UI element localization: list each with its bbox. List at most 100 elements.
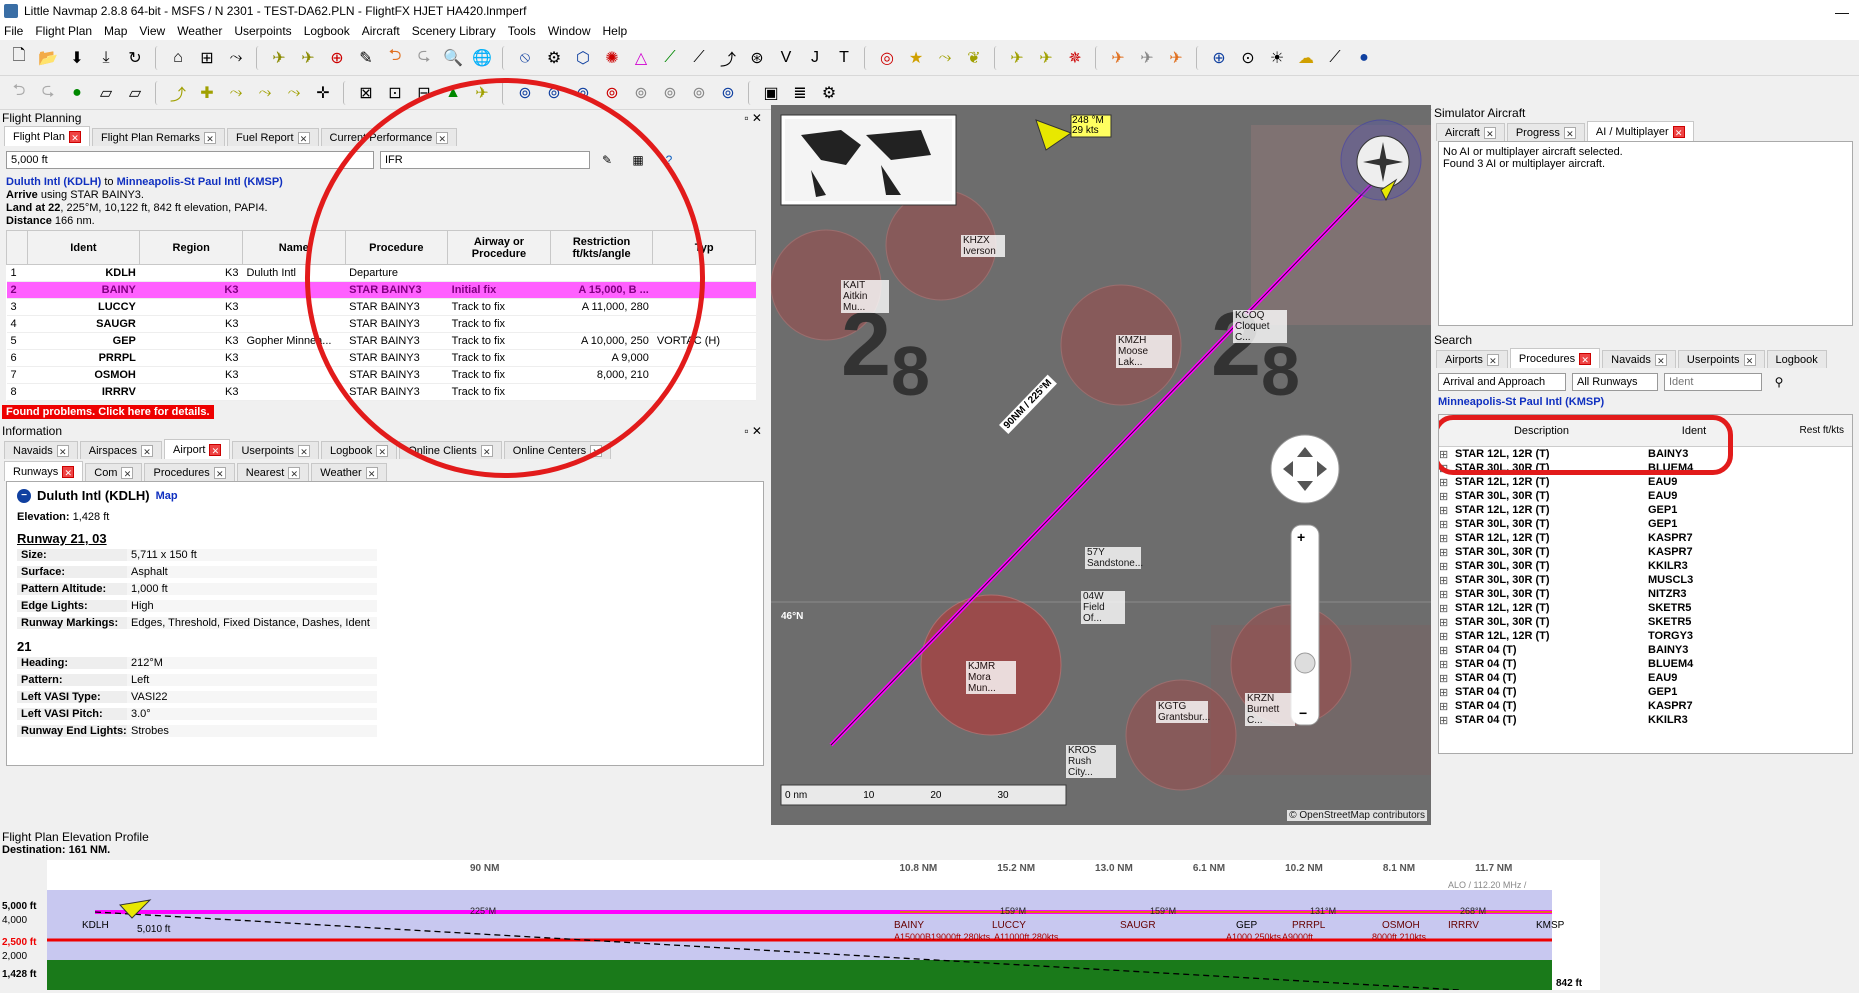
tab-fuel-report[interactable]: Fuel Report ✕ <box>227 128 319 146</box>
ai-heli-icon[interactable]: ✈ <box>1163 45 1189 71</box>
ai-ship-icon[interactable]: ✈ <box>1134 45 1160 71</box>
map-search-icon[interactable]: 🔍 <box>440 45 466 71</box>
victor-airway-icon[interactable]: V <box>773 45 799 71</box>
menu-logbook[interactable]: Logbook <box>304 24 350 38</box>
tab-online-centers[interactable]: Online Centers ✕ <box>503 441 612 459</box>
airport-label[interactable]: KROS Rush City... <box>1066 745 1116 778</box>
col-header[interactable]: Typ <box>652 230 756 265</box>
col-header[interactable]: Ident <box>26 230 141 265</box>
procedure-row[interactable]: ⊞ STAR 12L, 12R (T) GEP1 <box>1439 503 1852 517</box>
back-icon[interactable]: ⮌ <box>6 80 32 106</box>
search-layer-icon[interactable]: ⊚ <box>715 80 741 106</box>
problems-link[interactable]: Found problems. Click here for details. <box>2 405 214 419</box>
table-row[interactable]: 8 IRRRV K3 STAR BAINY3 Track to fix <box>6 383 756 401</box>
zoom-fit-icon[interactable]: ⊞ <box>194 45 220 71</box>
close-icon[interactable]: ✕ <box>297 131 310 144</box>
ils-icon[interactable]: ⟋ <box>657 45 683 71</box>
col-header[interactable] <box>6 230 28 265</box>
close-icon[interactable]: ✕ <box>1654 353 1667 366</box>
airport-icon[interactable]: ⦸ <box>512 45 538 71</box>
expand-icon[interactable]: ⊞ <box>1439 560 1455 573</box>
expand-icon[interactable]: ⊞ <box>1439 490 1455 503</box>
tab-runways[interactable]: Runways ✕ <box>4 461 84 481</box>
terrain-icon[interactable]: ▲ <box>440 80 466 106</box>
expand-icon[interactable]: ⊞ <box>1439 532 1455 545</box>
expand-icon[interactable]: ⊞ <box>1439 686 1455 699</box>
trail-icon[interactable]: ✈ <box>1033 45 1059 71</box>
table-row[interactable]: 7 OSMOH K3 STAR BAINY3 Track to fix 8,000, 21… <box>6 366 756 384</box>
col-header[interactable]: Description <box>1439 425 1644 437</box>
expand-icon[interactable]: ⊞ <box>1439 504 1455 517</box>
flight-path-icon[interactable]: ⤴ <box>165 80 191 106</box>
col-header[interactable]: Region <box>139 230 243 265</box>
restricted-layer-icon[interactable]: ⊚ <box>599 80 625 106</box>
close-icon[interactable]: ✕ <box>298 444 311 457</box>
menu-window[interactable]: Window <box>548 24 591 38</box>
col-header[interactable]: Ident <box>1644 425 1744 437</box>
close-icon[interactable]: ✕ <box>376 444 389 457</box>
map-link[interactable]: Map <box>156 490 178 502</box>
airport-label[interactable]: KAIT Aitkin Mu... <box>841 280 889 313</box>
fir-layer-icon[interactable]: ⊚ <box>570 80 596 106</box>
sun-icon[interactable]: ☀ <box>1264 45 1290 71</box>
crosshair-icon[interactable]: ✛ <box>310 80 336 106</box>
procedure-row[interactable]: ⊞ STAR 04 (T) BLUEM4 <box>1439 657 1852 671</box>
expand-icon[interactable]: ⊞ <box>1439 602 1455 615</box>
expand-icon[interactable]: ⊞ <box>1439 462 1455 475</box>
edit-remarks-icon[interactable]: ✎ <box>596 150 618 170</box>
tab-nearest[interactable]: Nearest ✕ <box>236 463 310 481</box>
procedure-row[interactable]: ⊞ STAR 04 (T) KKILR3 <box>1439 713 1852 727</box>
direct-icon[interactable]: ✚ <box>194 80 220 106</box>
menu-map[interactable]: Map <box>104 24 127 38</box>
procedure-row[interactable]: ⊞ STAR 30L, 30R (T) KKILR3 <box>1439 559 1852 573</box>
table-row[interactable]: 3 LUCCY K3 STAR BAINY3 Track to fix A 11,000,… <box>6 298 756 316</box>
menu-aircraft[interactable]: Aircraft <box>362 24 400 38</box>
icao-layer-icon[interactable]: ⊚ <box>541 80 567 106</box>
map-view[interactable]: 2 8 2 8 248 °M 29 kts 90NM / 225°M KHZX … <box>771 105 1431 825</box>
expand-icon[interactable]: ⊞ <box>1439 714 1455 727</box>
expand-icon[interactable]: ⊞ <box>1439 448 1455 461</box>
close-icon[interactable]: ✕ <box>590 444 603 457</box>
forward-icon[interactable]: ⮎ <box>35 80 61 106</box>
procedure-row[interactable]: ⊞ STAR 04 (T) GEP1 <box>1439 685 1852 699</box>
tab-userpoints[interactable]: Userpoints ✕ <box>232 441 320 459</box>
close-icon[interactable]: ✕ <box>288 466 301 479</box>
close-icon[interactable]: ✕ <box>68 130 81 143</box>
tab-progress[interactable]: Progress ✕ <box>1506 123 1585 141</box>
expand-icon[interactable]: ⊞ <box>1439 476 1455 489</box>
procedure-row[interactable]: ⊞ STAR 04 (T) EAU9 <box>1439 671 1852 685</box>
aircraft-center-icon[interactable]: ✈ <box>469 80 495 106</box>
ident-search-input[interactable] <box>1664 373 1762 391</box>
ndb-icon[interactable]: ✺ <box>599 45 625 71</box>
airport-label[interactable]: KJMR Mora Mun... <box>966 661 1016 694</box>
expand-icon[interactable]: ⊞ <box>1439 574 1455 587</box>
screenshot-icon[interactable]: ▣ <box>758 80 784 106</box>
menu-tools[interactable]: Tools <box>508 24 536 38</box>
procedure-row[interactable]: ⊞ STAR 30L, 30R (T) EAU9 <box>1439 489 1852 503</box>
airport-label[interactable]: KRZN Burnett C... <box>1245 693 1295 726</box>
close-icon[interactable]: ✕ <box>56 444 69 457</box>
marker-icon[interactable]: ⟋ <box>686 45 712 71</box>
globe-icon[interactable]: 🌐 <box>469 45 495 71</box>
range-icon[interactable]: ◎ <box>874 45 900 71</box>
jet-airway-icon[interactable]: ⤴ <box>715 45 741 71</box>
plane-grid-icon[interactable]: ✈ <box>295 45 321 71</box>
tab-online-clients[interactable]: Online Clients ✕ <box>399 441 502 459</box>
tab-current-performance[interactable]: Current Performance ✕ <box>320 128 458 146</box>
menu-userpoints[interactable]: Userpoints <box>234 24 291 38</box>
tab-airports[interactable]: Airports ✕ <box>1436 350 1508 368</box>
close-icon[interactable]: ✕ <box>1483 126 1496 139</box>
close-icon[interactable]: ✕ <box>62 465 75 478</box>
tab-navaids[interactable]: Navaids ✕ <box>4 441 78 459</box>
tab-airspaces[interactable]: Airspaces ✕ <box>79 441 163 459</box>
close-icon[interactable]: ✕ <box>365 466 378 479</box>
calc-high-icon[interactable]: ⤳ <box>281 80 307 106</box>
download-icon[interactable]: ⬇ <box>64 45 90 71</box>
open-folder-icon[interactable]: 📂 <box>35 45 61 71</box>
col-header[interactable]: Name <box>241 230 346 265</box>
menu-file[interactable]: File <box>4 24 23 38</box>
table-row[interactable]: 1 KDLH K3 Duluth Intl Departure <box>6 264 756 282</box>
close-icon[interactable]: ✕ <box>1563 126 1576 139</box>
procedure-row[interactable]: ⊞ STAR 30L, 30R (T) GEP1 <box>1439 517 1852 531</box>
tab-com[interactable]: Com ✕ <box>85 463 143 481</box>
